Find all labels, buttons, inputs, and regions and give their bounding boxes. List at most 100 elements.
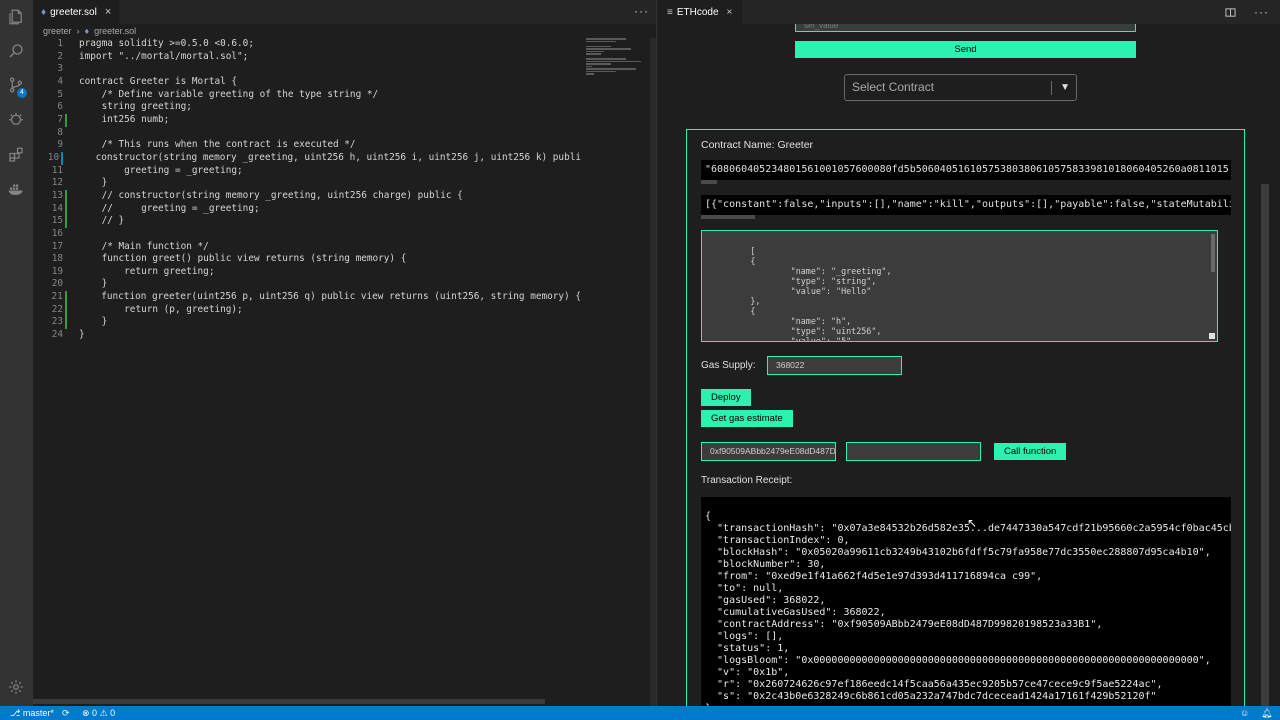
function-name-input[interactable] bbox=[846, 442, 981, 461]
params-scrollbar[interactable] bbox=[1211, 234, 1215, 272]
code-line[interactable]: 20 } bbox=[33, 278, 581, 291]
code-line[interactable]: 24} bbox=[33, 329, 581, 342]
gutter-marker bbox=[63, 202, 79, 216]
docker-icon[interactable] bbox=[7, 180, 25, 198]
code-line[interactable]: 10 constructor(string memory _greeting, … bbox=[33, 151, 581, 165]
code-line[interactable]: 5 /* Define variable greeting of the typ… bbox=[33, 89, 581, 102]
code-line[interactable]: 3 bbox=[33, 63, 581, 76]
line-number: 23 bbox=[51, 316, 63, 328]
minimap[interactable] bbox=[581, 38, 649, 78]
code-text: /* Main function */ bbox=[79, 240, 209, 252]
code-text: return greeting; bbox=[79, 265, 215, 277]
code-line[interactable]: 11 greeting = _greeting; bbox=[33, 165, 581, 178]
settings-gear-icon[interactable] bbox=[7, 678, 25, 696]
code-line[interactable]: 17 /* Main function */ bbox=[33, 241, 581, 254]
code-line[interactable]: 1 pragma solidity >=0.5.0 <0.6.0; bbox=[33, 38, 581, 51]
code-text: constructor(string memory _greeting, uin… bbox=[73, 151, 581, 163]
close-icon[interactable]: × bbox=[727, 7, 733, 18]
line-number: 21 bbox=[51, 291, 63, 303]
bytecode-field[interactable]: "608060405234801561001057600080fd5b50604… bbox=[701, 160, 1231, 180]
chevron-down-icon[interactable]: ▼ bbox=[1060, 75, 1070, 100]
gutter-marker bbox=[63, 266, 79, 279]
mouse-cursor-icon: ↖ bbox=[967, 516, 978, 530]
editor-horizontal-scrollbar[interactable] bbox=[33, 699, 545, 704]
gas-supply-input[interactable]: 368022 bbox=[767, 356, 902, 375]
code-text: function greet() public view returns (st… bbox=[79, 253, 407, 265]
gas-estimate-button[interactable]: Get gas estimate bbox=[701, 410, 793, 427]
split-editor-icon[interactable] bbox=[1225, 5, 1236, 23]
transaction-receipt[interactable]: { "transactionHash": "0x07a3e84532b26d58… bbox=[701, 497, 1231, 706]
webview-scrollbar[interactable] bbox=[1258, 24, 1280, 706]
call-function-button[interactable]: Call function bbox=[994, 443, 1067, 460]
notifications-bell-icon[interactable]: 🔔︎ bbox=[1261, 706, 1272, 720]
breadcrumb-file[interactable]: greeter.sol bbox=[94, 26, 136, 36]
code-editor[interactable]: 1 pragma solidity >=0.5.0 <0.6.0; 2 import … bbox=[33, 38, 581, 342]
line-number: 20 bbox=[51, 278, 63, 290]
tab-greeter-sol[interactable]: ♦ greeter.sol × bbox=[33, 0, 120, 24]
gutter-marker bbox=[63, 139, 79, 152]
code-line[interactable]: 4 contract Greeter is Mortal { bbox=[33, 76, 581, 89]
tab-ethcode[interactable]: ≡ ETHcode × bbox=[657, 0, 743, 24]
code-line[interactable]: 15 // } bbox=[33, 215, 581, 228]
line-number: 2 bbox=[57, 50, 63, 62]
contract-address-input[interactable]: 0xf90509ABbb2479eE08dD487D99820198523a33… bbox=[701, 442, 836, 461]
abi-field[interactable]: [{"constant":false,"inputs":[],"name":"k… bbox=[701, 195, 1231, 215]
set-value-input[interactable]: set_value bbox=[795, 24, 1136, 32]
code-line[interactable]: 21 function greeter(uint256 p, uint256 q… bbox=[33, 291, 581, 304]
status-bar: ⎇ master* ⟳ ⊗ 0 ⚠ 0 ☺ 🔔︎ bbox=[0, 706, 1280, 720]
code-line[interactable]: 9 /* This runs when the contract is exec… bbox=[33, 139, 581, 152]
breadcrumb-folder[interactable]: greeter bbox=[43, 26, 72, 36]
line-number: 16 bbox=[51, 227, 63, 239]
code-line[interactable]: 16 bbox=[33, 228, 581, 241]
webview-icon: ≡ bbox=[667, 6, 673, 18]
ethcode-webview: set_value Send Select Contract ▼ Contrac… bbox=[657, 24, 1259, 706]
abi-scrollbar[interactable] bbox=[701, 215, 755, 219]
line-number: 8 bbox=[57, 126, 63, 138]
select-contract-dropdown[interactable]: Select Contract ▼ bbox=[844, 74, 1077, 101]
webview-scroll-thumb[interactable] bbox=[1261, 184, 1269, 706]
code-line[interactable]: 6 string greeting; bbox=[33, 101, 581, 114]
code-line[interactable]: 22 return (p, greeting); bbox=[33, 303, 581, 317]
close-icon[interactable]: × bbox=[105, 6, 111, 18]
sync-icon[interactable]: ⟳ bbox=[62, 706, 70, 720]
source-control-badge: 4 bbox=[17, 88, 27, 98]
contract-card: Contract Name: Greeter "6080604052348015… bbox=[686, 129, 1245, 706]
constructor-params-textarea[interactable]: [ { "name": "_greeting", "type": "string… bbox=[701, 230, 1218, 342]
extensions-icon[interactable] bbox=[7, 146, 25, 164]
feedback-icon[interactable]: ☺ bbox=[1240, 706, 1249, 720]
code-line[interactable]: 18 function greet() public view returns … bbox=[33, 253, 581, 266]
gutter-marker bbox=[63, 89, 79, 102]
gutter-marker bbox=[63, 165, 79, 178]
branch-indicator[interactable]: ⎇ master* bbox=[10, 706, 54, 720]
code-text: } bbox=[79, 329, 85, 341]
more-actions-icon[interactable]: ··· bbox=[1254, 5, 1269, 23]
resize-grip-icon[interactable] bbox=[1209, 333, 1215, 339]
contract-name-label: Contract Name: Greeter bbox=[701, 139, 814, 151]
deploy-button[interactable]: Deploy bbox=[701, 389, 751, 406]
line-number: 4 bbox=[57, 75, 63, 87]
code-line[interactable]: 19 return greeting; bbox=[33, 266, 581, 279]
code-line[interactable]: 23 } bbox=[33, 316, 581, 329]
send-button[interactable]: Send bbox=[795, 41, 1136, 58]
tab-label: greeter.sol bbox=[50, 6, 97, 18]
search-icon[interactable] bbox=[7, 42, 25, 60]
code-line[interactable]: 2 import "../mortal/mortal.sol"; bbox=[33, 51, 581, 64]
bytecode-scrollbar[interactable] bbox=[701, 180, 717, 184]
code-line[interactable]: 8 bbox=[33, 127, 581, 140]
more-actions-icon[interactable]: ··· bbox=[634, 4, 649, 18]
code-line[interactable]: 7 int256 numb; bbox=[33, 113, 581, 127]
code-line[interactable]: 13 // constructor(string memory _greetin… bbox=[33, 189, 581, 203]
activity-bar: 4 bbox=[0, 0, 33, 706]
editor-tab-bar: ♦ greeter.sol × ··· bbox=[33, 0, 656, 24]
line-number: 13 bbox=[51, 189, 63, 201]
line-number: 14 bbox=[51, 202, 63, 214]
line-number: 3 bbox=[57, 63, 63, 75]
problems-indicator[interactable]: ⊗ 0 ⚠ 0 bbox=[82, 706, 115, 720]
code-line[interactable]: 14 // greeting = _greeting; bbox=[33, 202, 581, 216]
explorer-icon[interactable] bbox=[7, 8, 25, 26]
debug-icon[interactable] bbox=[7, 110, 25, 128]
line-number: 19 bbox=[51, 265, 63, 277]
line-number: 10 bbox=[47, 151, 60, 163]
line-number: 1 bbox=[57, 38, 63, 49]
code-line[interactable]: 12 } bbox=[33, 177, 581, 190]
